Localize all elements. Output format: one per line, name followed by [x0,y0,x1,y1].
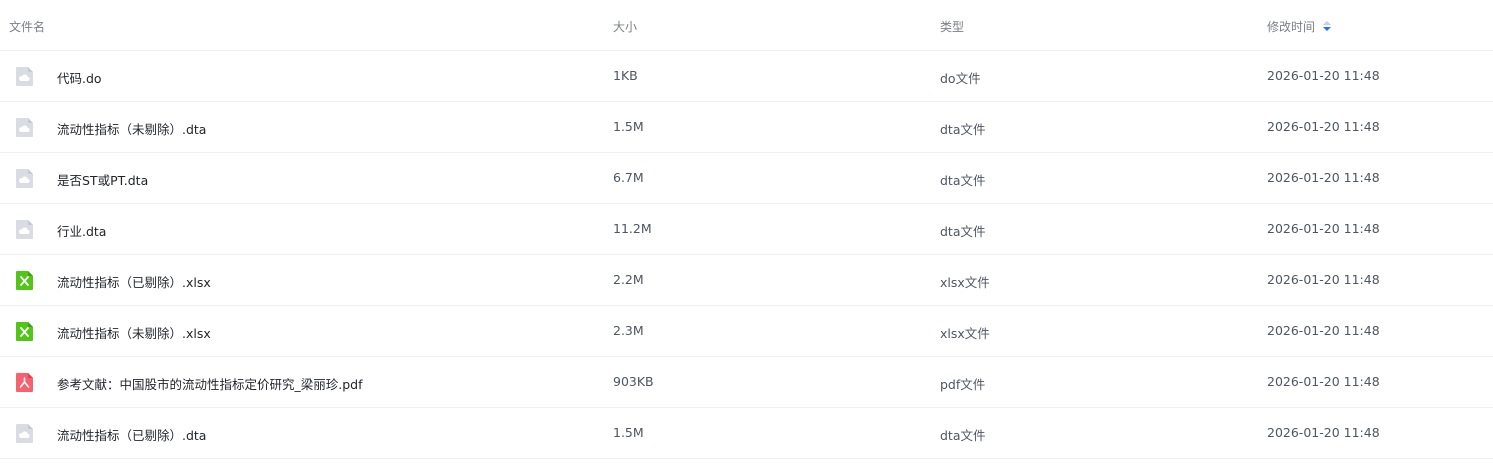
cloud-file-icon [15,219,34,240]
file-modified-time: 2026-01-20 11:48 [1267,425,1380,440]
column-header-type[interactable]: 类型 [940,18,964,35]
sort-descending-icon[interactable] [1323,21,1332,33]
file-modified-time: 2026-01-20 11:48 [1267,272,1380,287]
excel-file-icon [15,270,34,291]
file-rows: 代码.do 1KB do文件 2026-01-20 11:48 流动性指标（未剔… [0,51,1493,459]
file-type: dta文件 [940,173,986,188]
file-size: 2.2M [613,272,644,287]
file-size: 1.5M [613,425,644,440]
column-header-size[interactable]: 大小 [613,18,637,35]
file-name: 流动性指标（已剔除）.dta [57,428,207,443]
file-type: xlsx文件 [940,326,990,341]
cloud-file-icon [15,423,34,444]
file-name: 行业.dta [57,224,107,239]
file-size: 903KB [613,374,654,389]
table-row[interactable]: 代码.do 1KB do文件 2026-01-20 11:48 [0,51,1493,102]
table-row[interactable]: 参考文献：中国股市的流动性指标定价研究_梁丽珍.pdf 903KB pdf文件 … [0,357,1493,408]
column-header-name[interactable]: 文件名 [9,18,45,35]
file-name: 流动性指标（未剔除）.dta [57,122,207,137]
file-list-table: 文件名 大小 类型 修改时间 代码.do 1KB do文件 2026-01-20… [0,0,1493,467]
file-modified-time: 2026-01-20 11:48 [1267,170,1380,185]
file-modified-time: 2026-01-20 11:48 [1267,119,1380,134]
file-type: dta文件 [940,122,986,137]
table-row[interactable]: 是否ST或PT.dta 6.7M dta文件 2026-01-20 11:48 [0,153,1493,204]
file-modified-time: 2026-01-20 11:48 [1267,374,1380,389]
table-header: 文件名 大小 类型 修改时间 [0,0,1493,51]
file-name: 流动性指标（未剔除）.xlsx [57,326,211,341]
pdf-file-icon [15,372,34,393]
file-name: 代码.do [57,71,102,86]
file-size: 6.7M [613,170,644,185]
file-type: xlsx文件 [940,275,990,290]
file-size: 2.3M [613,323,644,338]
file-type: do文件 [940,71,981,86]
column-header-modified[interactable]: 修改时间 [1267,18,1332,35]
file-type: dta文件 [940,224,986,239]
table-row[interactable]: 流动性指标（已剔除）.xlsx 2.2M xlsx文件 2026-01-20 1… [0,255,1493,306]
file-name: 流动性指标（已剔除）.xlsx [57,275,211,290]
table-row[interactable]: 流动性指标（未剔除）.dta 1.5M dta文件 2026-01-20 11:… [0,102,1493,153]
table-row[interactable]: 流动性指标（已剔除）.dta 1.5M dta文件 2026-01-20 11:… [0,408,1493,459]
file-type: dta文件 [940,428,986,443]
file-size: 1KB [613,68,638,83]
file-name: 参考文献：中国股市的流动性指标定价研究_梁丽珍.pdf [57,377,363,392]
excel-file-icon [15,321,34,342]
file-type: pdf文件 [940,377,986,392]
file-size: 1.5M [613,119,644,134]
cloud-file-icon [15,117,34,138]
table-row[interactable]: 流动性指标（未剔除）.xlsx 2.3M xlsx文件 2026-01-20 1… [0,306,1493,357]
table-row[interactable]: 行业.dta 11.2M dta文件 2026-01-20 11:48 [0,204,1493,255]
file-modified-time: 2026-01-20 11:48 [1267,68,1380,83]
file-modified-time: 2026-01-20 11:48 [1267,221,1380,236]
column-header-modified-label: 修改时间 [1267,20,1316,34]
file-size: 11.2M [613,221,652,236]
file-name: 是否ST或PT.dta [57,173,149,188]
file-modified-time: 2026-01-20 11:48 [1267,323,1380,338]
cloud-file-icon [15,66,34,87]
cloud-file-icon [15,168,34,189]
